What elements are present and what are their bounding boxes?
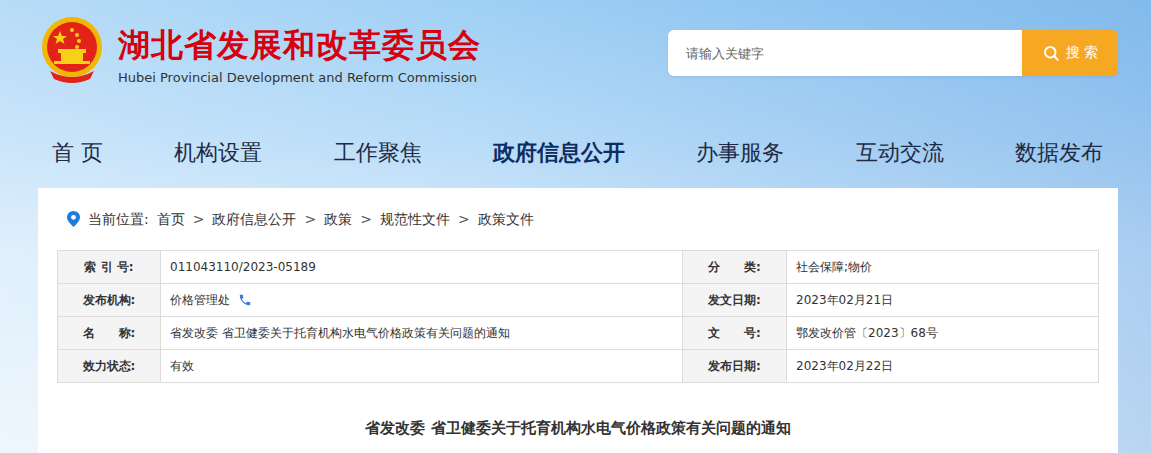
search-input[interactable] <box>668 30 1022 76</box>
page: 湖北省发展和改革委员会 Hubei Provincial Development … <box>0 0 1151 453</box>
title-block: 湖北省发展和改革委员会 Hubei Provincial Development … <box>118 25 481 88</box>
header: 湖北省发展和改革委员会 Hubei Provincial Development … <box>0 0 1151 118</box>
location-pin-icon <box>67 211 80 227</box>
info-label: 发布日期: <box>683 350 787 383</box>
breadcrumb-item[interactable]: 首页 <box>157 209 185 229</box>
breadcrumb-separator: > <box>458 209 470 229</box>
nav-item[interactable]: 首 页 <box>50 134 105 172</box>
info-label: 发文日期: <box>683 284 787 317</box>
info-value: 省发改委 省卫健委关于托育机构水电气价格政策有关问题的通知 <box>161 317 683 350</box>
breadcrumb-item[interactable]: 政策 <box>324 209 352 229</box>
info-table: 索 引 号:011043110/2023-05189分 类:社会保障;物价发布机… <box>57 250 1099 383</box>
content-panel: 当前位置: 首页 > 政府信息公开 > 政策 > 规范性文件 > 政策文件索 引 号:011043… <box>38 188 1118 453</box>
info-value: 2023年02月22日 <box>787 350 1099 383</box>
brand[interactable]: 湖北省发展和改革委员会 Hubei Provincial Development … <box>40 15 668 88</box>
breadcrumb-item[interactable]: 规范性文件 <box>380 209 450 229</box>
search-icon <box>1042 44 1060 62</box>
breadcrumb-separator: > <box>193 209 205 229</box>
info-value: 价格管理处 <box>161 284 683 317</box>
info-label: 效力状态: <box>58 350 161 383</box>
info-value: 社会保障;物价 <box>787 251 1099 284</box>
breadcrumb-label: 当前位置: <box>88 209 149 229</box>
info-value: 有效 <box>161 350 683 383</box>
info-label: 文 号: <box>683 317 787 350</box>
info-value: 011043110/2023-05189 <box>161 251 683 284</box>
breadcrumb-item[interactable]: 政府信息公开 <box>212 209 296 229</box>
breadcrumb-separator: > <box>304 209 316 229</box>
search-bar: 搜 索 <box>668 30 1118 76</box>
info-label: 名 称: <box>58 317 161 350</box>
phone-icon[interactable] <box>238 293 252 307</box>
info-label: 分 类: <box>683 251 787 284</box>
search-button[interactable]: 搜 索 <box>1022 30 1118 76</box>
nav-item[interactable]: 机构设置 <box>172 134 264 172</box>
site-subtitle: Hubei Provincial Development and Reform … <box>118 68 481 88</box>
nav-item[interactable]: 互动交流 <box>854 134 946 172</box>
nav-item[interactable]: 政府信息公开 <box>491 134 627 172</box>
info-label: 发布机构: <box>58 284 161 317</box>
info-label: 索 引 号: <box>58 251 161 284</box>
breadcrumb-separator: > <box>360 209 372 229</box>
breadcrumb-item[interactable]: 政策文件 <box>478 209 534 229</box>
nav-item[interactable]: 办事服务 <box>694 134 786 172</box>
site-title: 湖北省发展和改革委员会 <box>118 25 481 65</box>
main-nav: 首 页 机构设置 工作聚焦 政府信息公开 办事服务 互动交流 数据发布 <box>0 118 1151 188</box>
info-value: 2023年02月21日 <box>787 284 1099 317</box>
emblem-icon <box>40 15 104 85</box>
info-value: 鄂发改价管〔2023〕68号 <box>787 317 1099 350</box>
article-title: 省发改委 省卫健委关于托育机构水电气价格政策有关问题的通知 <box>57 417 1099 439</box>
nav-item[interactable]: 工作聚焦 <box>332 134 424 172</box>
nav-item[interactable]: 数据发布 <box>1013 134 1105 172</box>
breadcrumb: 当前位置: 首页 > 政府信息公开 > 政策 > 规范性文件 > 政策文件 <box>57 209 1099 229</box>
